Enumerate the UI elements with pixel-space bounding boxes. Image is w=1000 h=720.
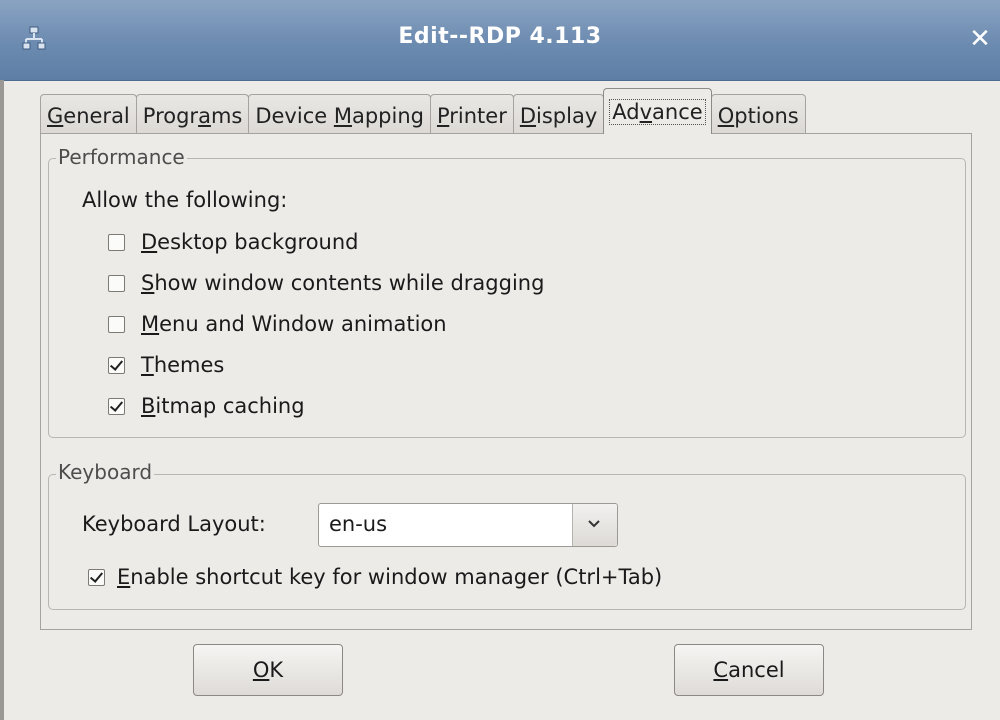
keyboard-layout-label: Keyboard Layout: (82, 512, 266, 536)
keyboard-frame-label: Keyboard (56, 460, 155, 484)
window-title: Edit--RDP 4.113 (398, 24, 602, 49)
close-icon[interactable]: ✕ (966, 24, 994, 54)
enable-shortcut-option[interactable]: Enable shortcut key for window manager (… (88, 565, 662, 589)
tab-options[interactable]: Options (710, 94, 806, 134)
menu-window-animation-checkbox[interactable] (108, 315, 125, 333)
tab-programs[interactable]: Programs (135, 94, 250, 134)
tab-advance[interactable]: Advance (603, 88, 712, 134)
tab-printer[interactable]: Printer (429, 94, 514, 134)
tab-general[interactable]: General (40, 94, 137, 134)
tab-display[interactable]: Display (512, 94, 605, 134)
menu-window-animation-option[interactable]: Menu and Window animation (108, 312, 447, 336)
chevron-down-icon (588, 520, 600, 528)
themes-option[interactable]: Themes (108, 353, 224, 377)
show-window-contents-option[interactable]: Show window contents while dragging (108, 271, 544, 295)
enable-shortcut-checkbox[interactable] (88, 568, 105, 586)
window-left-border (0, 80, 4, 720)
edit-rdp-dialog: Edit--RDP 4.113 ✕ General Programs Devic… (0, 0, 1000, 720)
cancel-button[interactable]: Cancel (674, 644, 824, 696)
title-bar[interactable]: Edit--RDP 4.113 ✕ (0, 0, 1000, 81)
tab-bar: General Programs Device Mapping Printer … (40, 88, 806, 134)
tab-device-mapping[interactable]: Device Mapping (248, 94, 431, 134)
bitmap-caching-option[interactable]: Bitmap caching (108, 394, 305, 418)
bitmap-caching-checkbox[interactable] (108, 397, 125, 415)
themes-checkbox[interactable] (108, 356, 125, 374)
keyboard-layout-combo[interactable]: en-us (318, 503, 618, 547)
performance-frame-label: Performance (56, 145, 187, 169)
keyboard-layout-value[interactable]: en-us (329, 512, 387, 536)
show-window-contents-checkbox[interactable] (108, 274, 125, 292)
keyboard-layout-dropdown-button[interactable] (572, 504, 617, 546)
allow-following-label: Allow the following: (82, 188, 288, 212)
ok-button[interactable]: OK (193, 644, 343, 696)
desktop-background-option[interactable]: Desktop background (108, 230, 359, 254)
desktop-background-checkbox[interactable] (108, 233, 125, 251)
